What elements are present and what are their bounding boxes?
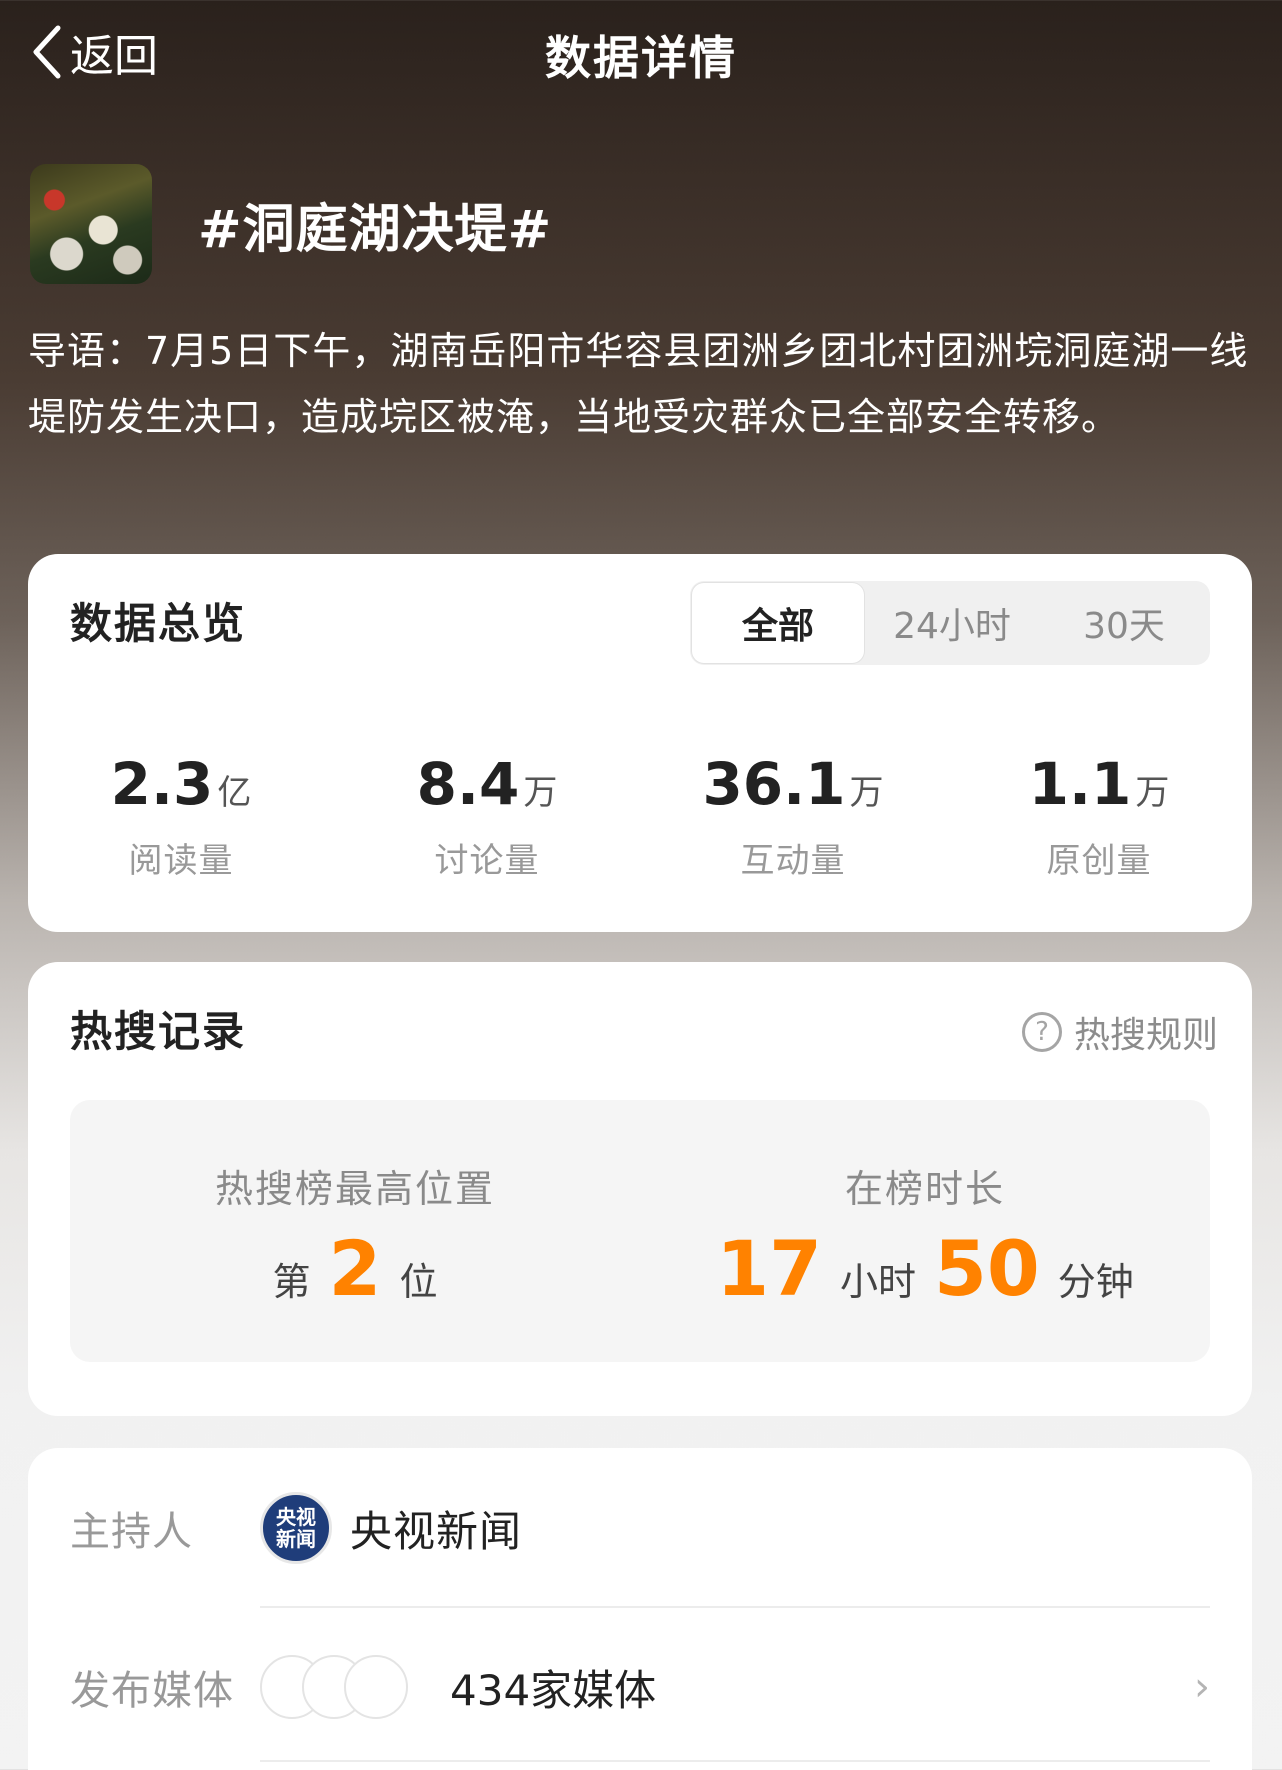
hot-search-stats: 热搜榜最高位置 第 2 位 在榜时长 17 小时 50 分钟 bbox=[70, 1100, 1210, 1362]
topic-thumbnail bbox=[30, 164, 152, 284]
stat-unit: 万 bbox=[1135, 773, 1170, 813]
stat-read: 2.3 亿 阅读量 bbox=[28, 752, 334, 882]
avatar bbox=[344, 1655, 408, 1719]
chevron-right-icon: › bbox=[1194, 1664, 1210, 1710]
media-count: 434家媒体 bbox=[450, 1665, 657, 1715]
stats-row: 2.3 亿 阅读量 8.4 万 讨论量 36.1 万 互动量 1.1 万 原创量 bbox=[28, 752, 1252, 882]
logo-text-bottom: 新闻 bbox=[276, 1527, 316, 1551]
media-label: 发布媒体 bbox=[70, 1668, 234, 1714]
stat-unit: 亿 bbox=[217, 773, 252, 813]
topic-header: #洞庭湖决堤# bbox=[30, 164, 552, 284]
overview-card: 数据总览 全部 24小时 30天 2.3 亿 阅读量 8.4 万 讨论量 36.1 万… bbox=[28, 554, 1252, 932]
topic-title: #洞庭湖决堤# bbox=[198, 199, 553, 260]
stat-original: 1.1 万 原创量 bbox=[946, 752, 1252, 882]
help-icon: ? bbox=[1021, 1012, 1062, 1052]
duration: 在榜时长 17 小时 50 分钟 bbox=[640, 1100, 1210, 1362]
host-label: 主持人 bbox=[70, 1509, 193, 1555]
stat-interact: 36.1 万 互动量 bbox=[640, 752, 946, 882]
hot-search-card: 热搜记录 ? 热搜规则 热搜榜最高位置 第 2 位 在榜时长 17 小时 50 … bbox=[28, 962, 1252, 1416]
duration-minutes: 50 bbox=[934, 1224, 1040, 1313]
time-range-selector: 全部 24小时 30天 bbox=[690, 581, 1210, 665]
nav-bar: 返回 数据详情 bbox=[0, 0, 1282, 104]
info-card: 主持人 央视 新闻 央视新闻 发布媒体 434家媒体 › bbox=[28, 1448, 1252, 1770]
host-name: 央视新闻 bbox=[350, 1506, 523, 1556]
stat-discuss: 8.4 万 讨论量 bbox=[334, 752, 640, 882]
duration-hours: 17 bbox=[716, 1224, 822, 1313]
peak-value: 2 bbox=[328, 1224, 382, 1313]
page-title: 数据详情 bbox=[545, 31, 737, 85]
stat-label: 阅读量 bbox=[128, 841, 234, 881]
peak-label: 热搜榜最高位置 bbox=[214, 1167, 495, 1211]
peak-position: 热搜榜最高位置 第 2 位 bbox=[70, 1100, 640, 1362]
duration-label: 在榜时长 bbox=[844, 1167, 1005, 1211]
divider bbox=[260, 1760, 1210, 1762]
rules-label: 热搜规则 bbox=[1073, 1015, 1218, 1056]
tab-30d[interactable]: 30天 bbox=[1038, 581, 1210, 665]
stat-value: 36.1 bbox=[702, 750, 846, 818]
stat-label: 互动量 bbox=[740, 841, 846, 881]
media-avatars bbox=[260, 1655, 408, 1719]
duration-minutes-unit: 分钟 bbox=[1057, 1260, 1134, 1304]
peak-suffix: 位 bbox=[399, 1260, 438, 1304]
tab-all[interactable]: 全部 bbox=[692, 583, 864, 663]
stat-label: 原创量 bbox=[1046, 841, 1152, 881]
topic-lead: 导语：7月5日下午，湖南岳阳市华容县团洲乡团北村团洲垸洞庭湖一线堤防发生决口，造… bbox=[28, 329, 1249, 439]
hot-search-rules-link[interactable]: ? 热搜规则 bbox=[1021, 1006, 1218, 1058]
hot-search-title: 热搜记录 bbox=[70, 1007, 247, 1056]
stat-value: 2.3 bbox=[110, 750, 214, 818]
host-row[interactable]: 主持人 央视 新闻 央视新闻 bbox=[70, 1488, 1210, 1568]
duration-hours-unit: 小时 bbox=[839, 1260, 916, 1304]
peak-prefix: 第 bbox=[272, 1260, 311, 1304]
tab-24h[interactable]: 24小时 bbox=[866, 581, 1038, 665]
stat-unit: 万 bbox=[523, 773, 558, 813]
stat-value: 8.4 bbox=[416, 750, 520, 818]
stat-unit: 万 bbox=[849, 773, 884, 813]
cctv-news-logo: 央视 新闻 bbox=[260, 1492, 332, 1564]
logo-text-top: 央视 bbox=[276, 1505, 316, 1529]
media-row[interactable]: 发布媒体 434家媒体 › bbox=[70, 1642, 1210, 1732]
divider bbox=[260, 1606, 1210, 1608]
stat-label: 讨论量 bbox=[434, 841, 540, 881]
overview-title: 数据总览 bbox=[70, 599, 247, 648]
stat-value: 1.1 bbox=[1028, 750, 1132, 818]
